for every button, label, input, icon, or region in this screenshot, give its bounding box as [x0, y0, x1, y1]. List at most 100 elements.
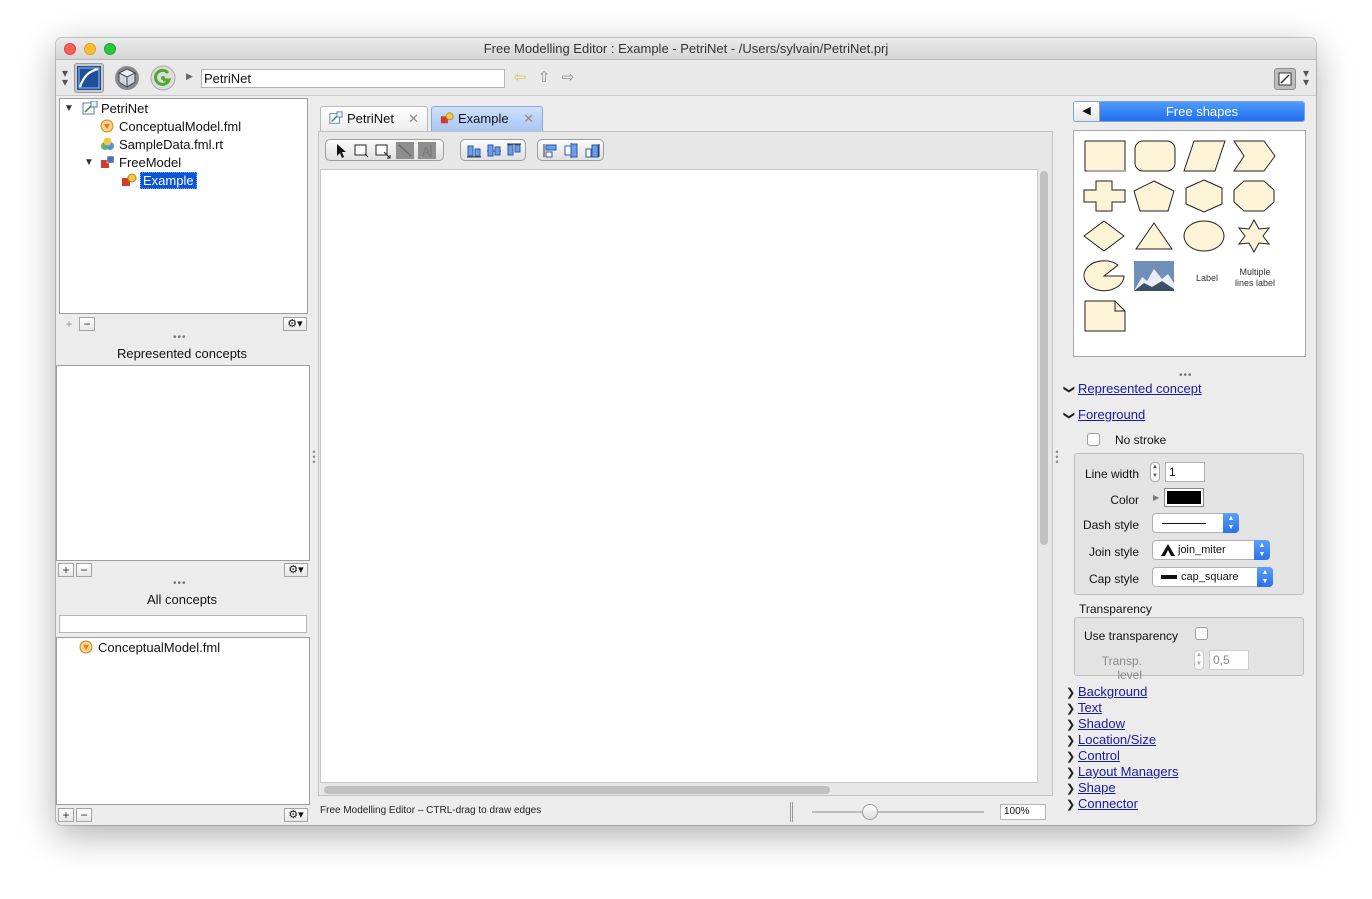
chevron-right-icon[interactable]: ❯ — [1066, 798, 1075, 811]
foreground-section-link[interactable]: Foreground — [1078, 407, 1145, 422]
palette-back-icon[interactable]: ◀ — [1074, 102, 1100, 121]
tab-petrinet[interactable]: PetriNet ✕ — [320, 106, 428, 131]
horizontal-scrollbar[interactable] — [324, 786, 830, 794]
splitter-grip-icon[interactable]: ••• — [1179, 370, 1193, 381]
remove-represented-concept-button[interactable]: − — [76, 563, 92, 577]
expand-petrinet-icon[interactable]: ▼ — [64, 103, 74, 114]
connector-section-link[interactable]: Connector — [1078, 796, 1138, 811]
chevron-right-icon[interactable]: ❯ — [1066, 734, 1075, 747]
close-tab-icon[interactable]: ✕ — [523, 107, 534, 130]
dash-style-select[interactable]: ▲ ▼ — [1152, 513, 1239, 533]
align-center-icon[interactable] — [485, 142, 503, 159]
chevron-right-icon[interactable]: ❯ — [1066, 718, 1075, 731]
forward-arrow-icon[interactable]: ⇨ — [559, 69, 577, 87]
chevron-right-icon[interactable]: ❯ — [1066, 750, 1075, 763]
color-swatch[interactable] — [1164, 488, 1204, 507]
represented-concept-section-link[interactable]: Represented concept — [1078, 381, 1202, 396]
join-style-select[interactable]: join_miter ▲ ▼ — [1152, 540, 1270, 560]
image-shape-icon[interactable] — [1132, 259, 1176, 293]
note-shape-icon[interactable] — [1082, 299, 1126, 333]
chevron-down-icon[interactable]: ❯ — [1063, 385, 1076, 394]
cube-icon[interactable] — [112, 63, 142, 93]
tree-item-sampledata[interactable]: SampleData.fml.rt — [100, 136, 223, 154]
color-expand-icon[interactable]: ▶ — [1153, 493, 1159, 502]
concept-item-conceptualmodel[interactable]: ConceptualModel.fml — [79, 639, 220, 657]
tree-item-example[interactable]: Example — [121, 172, 197, 190]
chevron-right-icon[interactable]: ❯ — [1066, 686, 1075, 699]
multiline-label-shape-text[interactable]: Multiple lines label — [1230, 267, 1280, 289]
zoom-slider-track[interactable] — [812, 811, 984, 813]
remove-project-item-button[interactable]: − — [79, 317, 95, 331]
text-tool-icon[interactable]: A — [418, 142, 436, 159]
close-window-button[interactable] — [64, 43, 76, 55]
align-middle-icon[interactable] — [562, 142, 580, 159]
concepts-search-input[interactable] — [59, 615, 307, 633]
left-splitter-handle[interactable]: • • • — [310, 448, 318, 467]
hexagon-shape-icon[interactable] — [1182, 179, 1226, 213]
modelling-editor-icon[interactable] — [74, 63, 104, 93]
tree-item-conceptualmodel[interactable]: ConceptualModel.fml — [100, 118, 241, 136]
path-field[interactable]: PetriNet — [201, 69, 505, 88]
shape-section-link[interactable]: Shape — [1078, 780, 1116, 795]
align-bottom-icon[interactable] — [583, 142, 601, 159]
expand-freemodel-icon[interactable]: ▼ — [84, 157, 94, 168]
chevron-right-icon[interactable]: ❯ — [1066, 782, 1075, 795]
layout-toggle-icon[interactable] — [1274, 68, 1296, 90]
green-g-icon[interactable] — [148, 63, 178, 93]
rectangle-shape-icon[interactable] — [1082, 139, 1126, 173]
use-transparency-checkbox[interactable] — [1195, 627, 1208, 640]
splitter-grip-icon[interactable]: ••• — [173, 578, 187, 589]
collapse-right-icon[interactable]: ▾ ▾ — [1299, 67, 1313, 88]
align-left-icon[interactable] — [465, 142, 483, 159]
tab-example[interactable]: Example ✕ — [431, 106, 543, 131]
align-top-icon[interactable] — [542, 142, 560, 159]
location-size-section-link[interactable]: Location/Size — [1078, 732, 1156, 747]
vertical-scrollbar[interactable] — [1040, 171, 1048, 545]
zoom-slider-knob[interactable] — [862, 804, 878, 820]
transp-level-field[interactable]: 0,5 — [1209, 650, 1249, 670]
chevron-right-icon[interactable]: ❯ — [1066, 766, 1075, 779]
transp-level-spinner[interactable]: ▲ ▼ — [1194, 650, 1204, 670]
add-project-item-button[interactable]: + — [61, 317, 77, 331]
diagram-canvas[interactable] — [320, 169, 1038, 783]
line-width-spinner[interactable]: ▲ ▼ — [1150, 462, 1160, 482]
select-tool-icon[interactable] — [332, 142, 350, 159]
chevron-shape-icon[interactable] — [1232, 139, 1276, 173]
up-arrow-icon[interactable]: ⇧ — [535, 69, 553, 87]
layout-managers-section-link[interactable]: Layout Managers — [1078, 764, 1178, 779]
close-tab-icon[interactable]: ✕ — [408, 107, 419, 130]
add-concept-button[interactable]: + — [58, 808, 74, 822]
star-shape-icon[interactable] — [1232, 219, 1276, 253]
collapse-left-icon[interactable]: ▾ ▾ — [58, 67, 72, 88]
triangle-shape-icon[interactable] — [1132, 219, 1176, 253]
chevron-right-icon[interactable]: ❯ — [1066, 702, 1075, 715]
project-tree-gear-icon[interactable]: ⚙▾ — [283, 317, 307, 331]
control-section-link[interactable]: Control — [1078, 748, 1120, 763]
chevron-down-icon[interactable]: ❯ — [1063, 411, 1076, 420]
shape-tool-icon[interactable] — [374, 142, 392, 159]
diamond-shape-icon[interactable] — [1082, 219, 1126, 253]
align-right-icon[interactable] — [505, 142, 523, 159]
cap-style-select[interactable]: cap_square ▲ ▼ — [1152, 567, 1273, 587]
arc-shape-icon[interactable] — [1082, 259, 1126, 293]
line-width-field[interactable]: 1 — [1165, 462, 1205, 482]
shadow-section-link[interactable]: Shadow — [1078, 716, 1125, 731]
ellipse-shape-icon[interactable] — [1182, 219, 1226, 253]
add-represented-concept-button[interactable]: + — [58, 563, 74, 577]
label-shape-text[interactable]: Label — [1192, 273, 1222, 284]
text-section-link[interactable]: Text — [1078, 700, 1102, 715]
plus-shape-icon[interactable] — [1082, 179, 1126, 213]
parallelogram-shape-icon[interactable] — [1182, 139, 1226, 173]
connector-tool-icon[interactable] — [396, 142, 414, 159]
tree-item-petrinet[interactable]: PetriNet — [82, 100, 148, 118]
remove-concept-button[interactable]: − — [76, 808, 92, 822]
represented-concepts-gear-icon[interactable]: ⚙▾ — [284, 563, 308, 577]
splitter-grip-icon[interactable]: ••• — [173, 332, 187, 343]
minimize-window-button[interactable] — [84, 43, 96, 55]
tree-item-freemodel[interactable]: FreeModel — [100, 154, 181, 172]
rounded-rectangle-shape-icon[interactable] — [1132, 139, 1176, 173]
back-arrow-icon[interactable]: ⇦ — [511, 69, 529, 87]
maximize-window-button[interactable] — [104, 43, 116, 55]
rectangle-tool-icon[interactable] — [353, 142, 371, 159]
pentagon-shape-icon[interactable] — [1132, 179, 1176, 213]
